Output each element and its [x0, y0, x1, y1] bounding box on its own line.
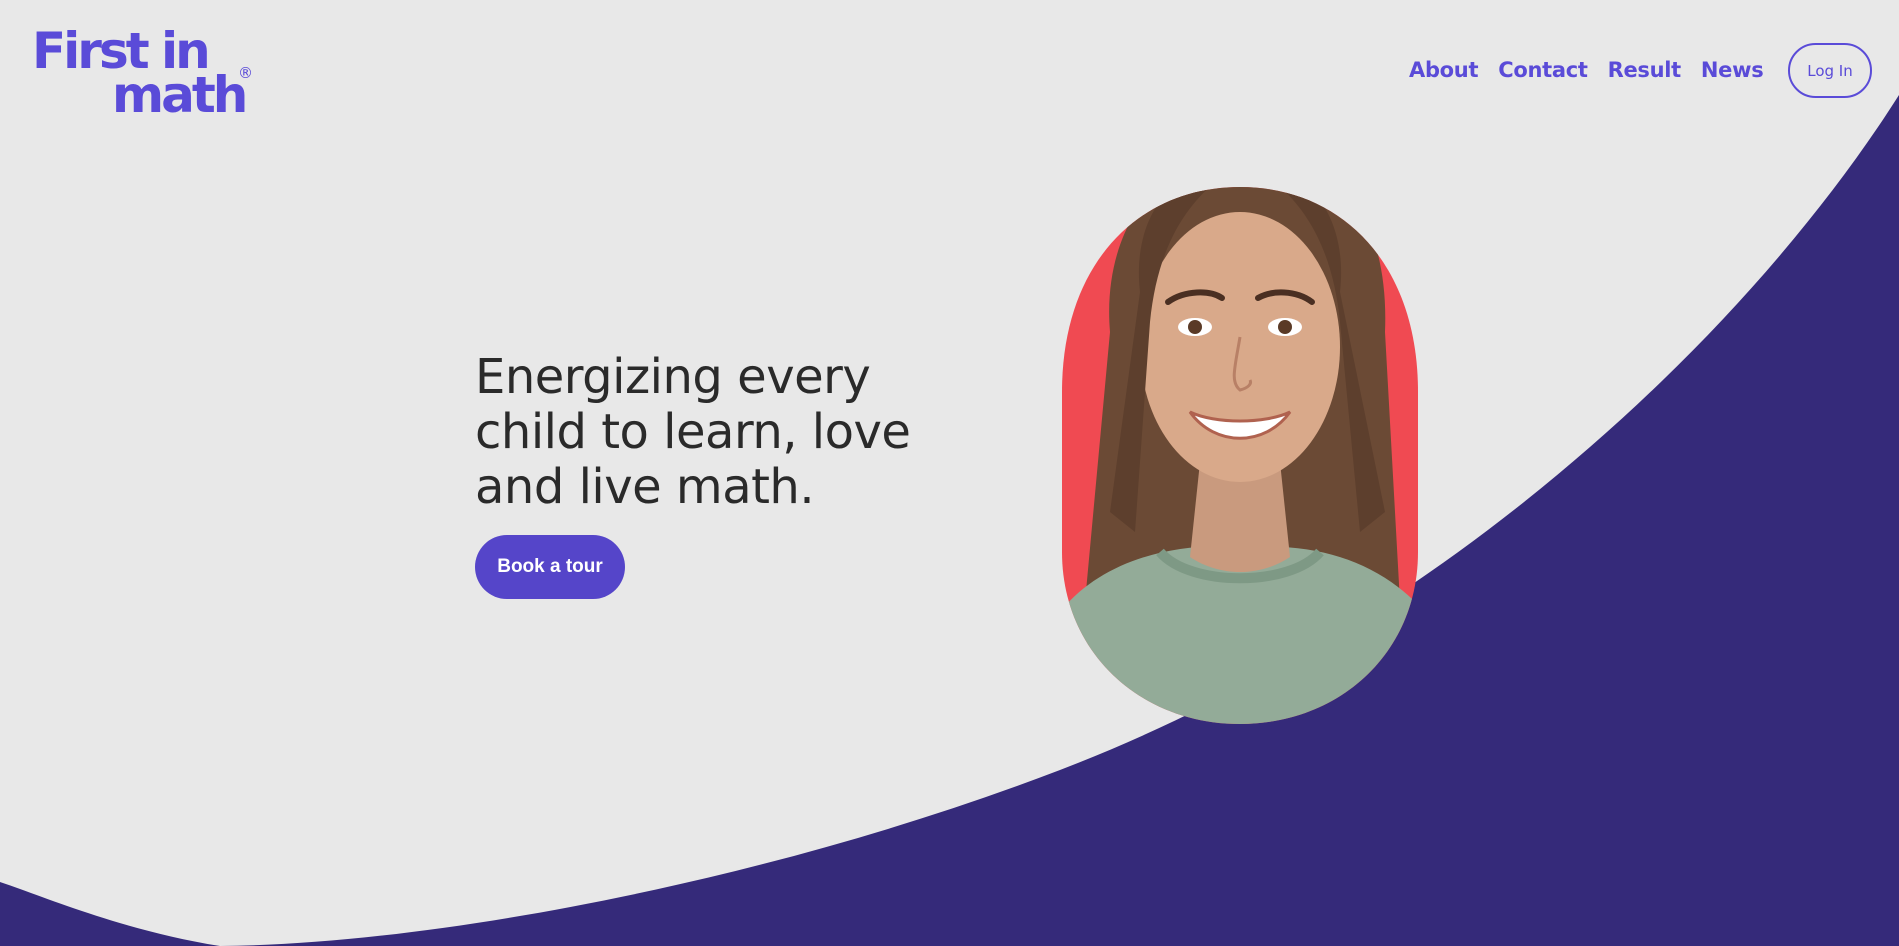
nav-contact[interactable]: Contact: [1498, 52, 1588, 88]
login-button[interactable]: Log In: [1788, 43, 1872, 98]
registered-mark: ®: [238, 64, 253, 82]
child-portrait-image: [1062, 187, 1418, 724]
nav-result[interactable]: Result: [1608, 52, 1682, 88]
book-tour-button[interactable]: Book a tour: [475, 535, 625, 599]
hero-headline: Energizing every child to learn, love an…: [475, 349, 911, 515]
brand-logo[interactable]: First in math ®: [32, 26, 257, 120]
nav-about[interactable]: About: [1409, 52, 1479, 88]
main-nav: About Contact Result News: [1409, 52, 1764, 88]
nav-news[interactable]: News: [1701, 52, 1764, 88]
logo-text-bottom: math: [112, 66, 248, 124]
